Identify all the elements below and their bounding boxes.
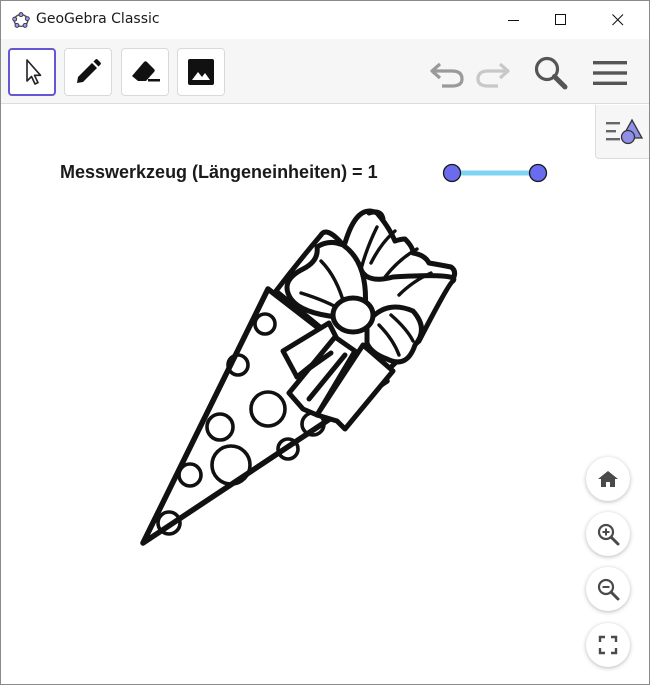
maximize-button[interactable]: [538, 1, 584, 39]
algebra-view-icon: [605, 118, 643, 144]
pen-icon: [77, 59, 101, 83]
graphics-view[interactable]: Messwerkzeug (Längeneinheiten) = 1: [1, 105, 649, 684]
image-tool-button[interactable]: [177, 48, 225, 96]
eraser-tool-button[interactable]: [121, 48, 169, 96]
slider-label: Messwerkzeug (Längeneinheiten) = 1: [60, 162, 378, 182]
cursor-arrow-icon: [26, 59, 42, 85]
home-icon: [598, 471, 618, 487]
search-button[interactable]: [531, 53, 571, 93]
school-cone-drawing: [140, 208, 458, 546]
toolbar: [1, 39, 649, 104]
undo-button[interactable]: [427, 53, 467, 93]
menu-icon: [593, 61, 627, 85]
eraser-icon: [132, 61, 160, 82]
zoom-in-button[interactable]: [586, 512, 630, 556]
title-bar: GeoGebra Classic: [1, 1, 649, 39]
window-title: GeoGebra Classic: [36, 11, 160, 27]
undo-icon: [430, 62, 464, 88]
minimize-button[interactable]: [491, 1, 537, 39]
move-tool-button[interactable]: [8, 48, 56, 96]
fullscreen-icon: [598, 635, 618, 655]
close-icon: [612, 14, 624, 26]
algebra-view-toggle-button[interactable]: [595, 105, 649, 159]
length-slider[interactable]: [439, 161, 557, 185]
zoom-in-icon: [597, 523, 620, 546]
pen-tool-button[interactable]: [64, 48, 112, 96]
geogebra-logo-icon: [12, 12, 30, 28]
image-icon: [188, 59, 214, 85]
slider-start-point[interactable]: [442, 163, 462, 183]
standard-view-button[interactable]: [586, 457, 630, 501]
redo-icon: [476, 62, 510, 88]
redo-button[interactable]: [473, 53, 513, 93]
maximize-icon: [555, 14, 566, 25]
minimize-icon: [508, 20, 519, 21]
close-button[interactable]: [595, 1, 641, 39]
slider-end-point[interactable]: [528, 163, 548, 183]
zoom-out-button[interactable]: [586, 567, 630, 611]
geogebra-window: GeoGebra Classic Messwerkzeug (Längenein…: [0, 0, 650, 685]
zoom-out-icon: [597, 578, 620, 601]
main-menu-button[interactable]: [590, 53, 630, 93]
search-icon: [534, 56, 568, 90]
fullscreen-button[interactable]: [586, 623, 630, 667]
